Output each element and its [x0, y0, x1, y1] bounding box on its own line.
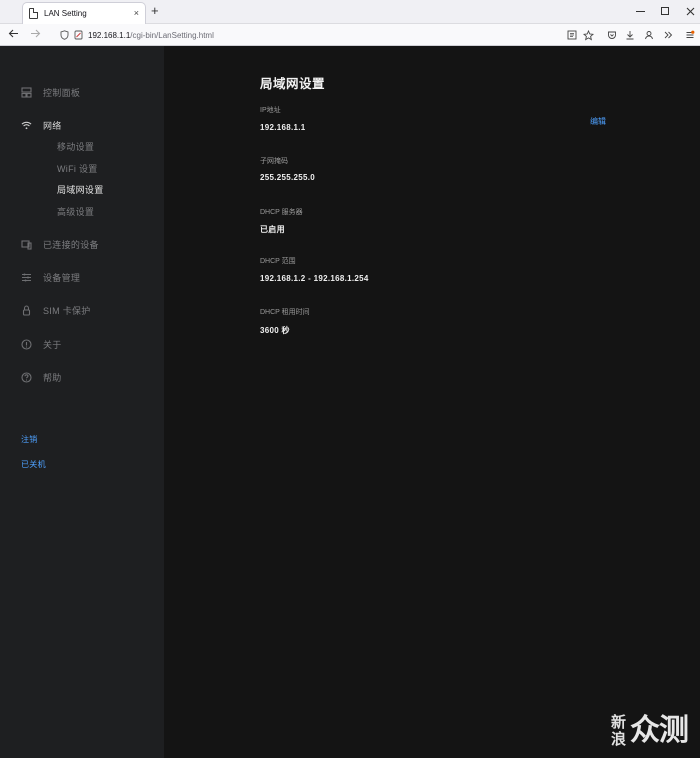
- overflow-chevron-icon[interactable]: [662, 29, 674, 41]
- page-info-icon[interactable]: [74, 30, 83, 40]
- sidebar-item-network[interactable]: 网络: [0, 116, 164, 134]
- app-menu-icon[interactable]: [684, 29, 696, 41]
- sidebar-item-connected-devices[interactable]: 已连接的设备: [0, 235, 164, 253]
- dhcp-range-label: DHCP 范围: [260, 258, 296, 265]
- close-window-icon: [686, 7, 694, 15]
- minimize-icon: [635, 10, 645, 12]
- watermark-logo: 新 浪 众测: [611, 711, 693, 751]
- sidebar-subitem-advanced-settings[interactable]: 高级设置: [0, 202, 164, 220]
- sidebar-item-device-management[interactable]: 设备管理: [0, 268, 164, 286]
- sidebar-item-label: 设备管理: [43, 272, 81, 283]
- account-icon[interactable]: [643, 29, 655, 41]
- reader-view-icon[interactable]: [566, 29, 578, 41]
- bookmark-star-icon[interactable]: [582, 29, 594, 41]
- sidebar-item-help[interactable]: 帮助: [0, 368, 164, 386]
- logout-link[interactable]: 注销: [0, 430, 164, 448]
- shield-icon[interactable]: [60, 30, 69, 40]
- forward-button[interactable]: [30, 28, 41, 43]
- logout-label: 注销: [21, 434, 38, 444]
- watermark-char-bottom: 浪: [611, 731, 627, 748]
- sidebar-item-label: 帮助: [43, 372, 62, 383]
- help-icon: [21, 371, 32, 383]
- dhcp-range-value: 192.168.1.2 - 192.168.1.254: [260, 274, 369, 283]
- page-title: 局域网设置: [260, 77, 326, 91]
- minimize-button[interactable]: [633, 3, 647, 19]
- sidebar-subitem-label: 移动设置: [57, 141, 95, 152]
- sidebar-subitem-label: 高级设置: [57, 206, 95, 217]
- dhcp-lease-time-label: DHCP 租用时间: [260, 309, 310, 316]
- subnet-mask-label: 子网掩码: [260, 158, 288, 165]
- arrow-right-icon: [31, 29, 41, 38]
- ip-address-label: IP地址: [260, 107, 281, 114]
- url-path: /cgi-bin/LanSetting.html: [130, 30, 214, 40]
- watermark-char-top: 新: [611, 714, 627, 731]
- sidebar-item-dashboard[interactable]: 控制面板: [0, 83, 164, 101]
- sidebar-item-label: 关于: [43, 339, 62, 350]
- sidebar-subitem-label: 局域网设置: [57, 184, 104, 195]
- new-tab-button[interactable]: +: [151, 4, 159, 18]
- watermark-small-text: 新 浪: [611, 714, 626, 748]
- sidebar-item-label: 已连接的设备: [43, 239, 99, 250]
- tab-title: LAN Setting: [44, 9, 87, 18]
- sidebar-subitem-label: WiFi 设置: [57, 163, 98, 174]
- browser-titlebar: LAN Setting × +: [0, 0, 700, 24]
- edit-link[interactable]: 编辑: [590, 116, 606, 127]
- download-icon[interactable]: [624, 29, 636, 41]
- arrow-left-icon: [8, 29, 18, 38]
- page-icon: [29, 8, 38, 19]
- dhcp-lease-time-value: 3600 秒: [260, 326, 290, 335]
- sidebar-item-label: SIM 卡保护: [43, 305, 91, 316]
- dhcp-server-value: 已启用: [260, 225, 285, 234]
- lock-icon: [21, 304, 32, 316]
- sidebar-item-about[interactable]: 关于: [0, 335, 164, 353]
- browser-navbar: 192.168.1.1 /cgi-bin/LanSetting.html: [0, 24, 700, 46]
- back-button[interactable]: [8, 28, 19, 43]
- close-icon[interactable]: ×: [134, 9, 139, 18]
- main-content: 局域网设置 编辑 IP地址 192.168.1.1 子网掩码 255.255.2…: [164, 46, 700, 758]
- maximize-icon: [661, 7, 669, 15]
- ip-address-value: 192.168.1.1: [260, 123, 306, 132]
- browser-tab[interactable]: LAN Setting ×: [22, 2, 146, 24]
- sidebar-item-label: 网络: [43, 120, 62, 131]
- sidebar-subitem-mobile-settings[interactable]: 移动设置: [0, 137, 164, 155]
- maximize-button[interactable]: [658, 3, 672, 19]
- devices-icon: [21, 239, 32, 250]
- url-bar[interactable]: 192.168.1.1 /cgi-bin/LanSetting.html: [60, 27, 560, 43]
- sidebar-subitem-lan-settings[interactable]: 局域网设置: [0, 180, 164, 198]
- sidebar-item-sim-protection[interactable]: SIM 卡保护: [0, 301, 164, 319]
- sidebar-item-label: 控制面板: [43, 87, 81, 98]
- wifi-icon: [21, 120, 32, 131]
- watermark-big-text: 众测: [630, 714, 689, 747]
- shutdown-label: 已关机: [21, 459, 46, 469]
- sidebar: 控制面板 网络 移动设置 WiFi 设置 局域网设置 高级设置 已连接的设备 设…: [0, 46, 164, 758]
- info-icon: [21, 338, 32, 350]
- pocket-icon[interactable]: [606, 29, 618, 41]
- subnet-mask-value: 255.255.255.0: [260, 173, 316, 182]
- shutdown-link[interactable]: 已关机: [0, 455, 164, 473]
- settings-sliders-icon: [21, 272, 32, 283]
- url-host: 192.168.1.1: [88, 30, 131, 40]
- dhcp-server-label: DHCP 服务器: [260, 209, 303, 216]
- window-close-button[interactable]: [683, 3, 697, 19]
- dashboard-icon: [21, 86, 32, 98]
- sidebar-subitem-wifi-settings[interactable]: WiFi 设置: [0, 159, 164, 177]
